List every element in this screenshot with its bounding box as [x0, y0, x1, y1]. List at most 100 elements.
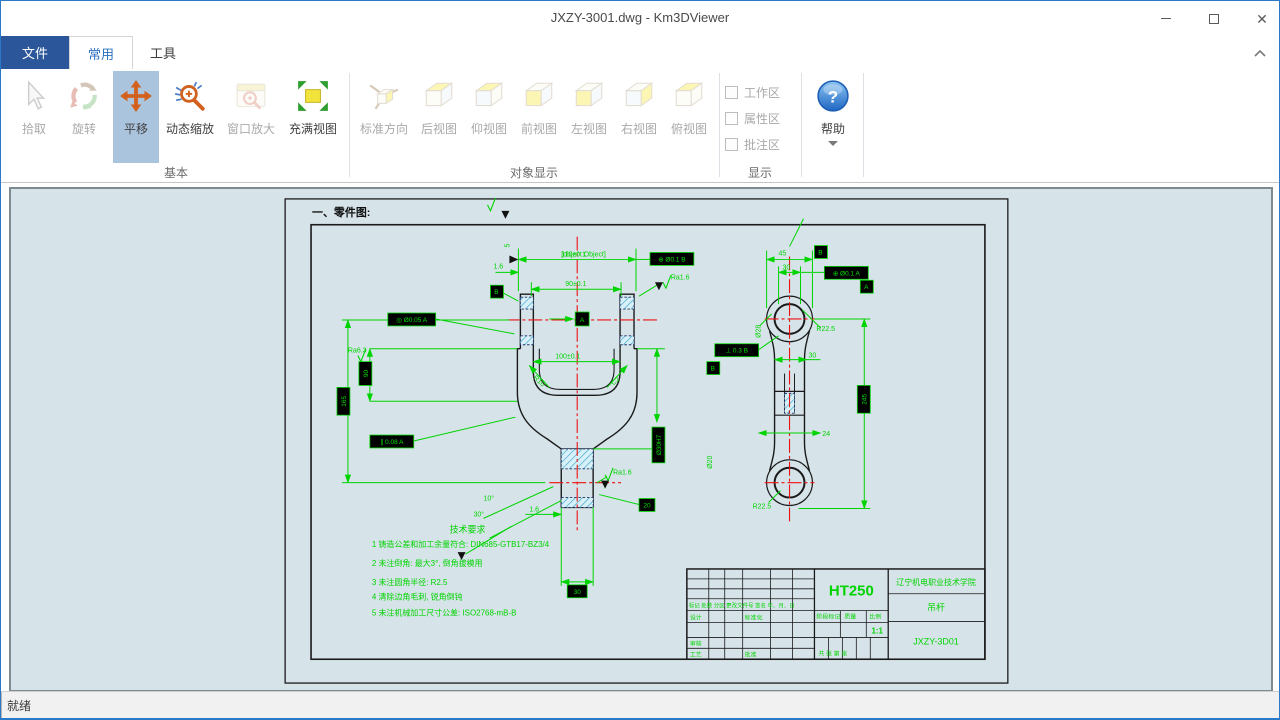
- annotations-checkbox-label: 批注区: [744, 136, 780, 153]
- app-window: JXZY-3001.dwg - Km3DViewer ✕ 文件 常用 工具 拾取: [0, 0, 1280, 720]
- svg-text:20: 20: [643, 502, 651, 509]
- close-button[interactable]: ✕: [1253, 10, 1271, 28]
- svg-text:45: 45: [779, 250, 787, 257]
- fit-view-button[interactable]: 充满视图: [283, 71, 343, 163]
- svg-text:30: 30: [783, 264, 791, 271]
- svg-text:R10: R10: [532, 375, 546, 389]
- annotations-checkbox[interactable]: [725, 138, 738, 151]
- svg-text:Ø20: Ø20: [707, 456, 714, 469]
- window-controls: ✕: [1157, 1, 1271, 36]
- minimize-button[interactable]: [1157, 10, 1175, 28]
- svg-text:30: 30: [808, 353, 816, 360]
- dynamic-zoom-button[interactable]: 动态缩放: [161, 71, 219, 163]
- svg-text:设计: 设计: [690, 614, 702, 622]
- back-view-button[interactable]: 后视图: [415, 71, 463, 163]
- window-zoom-icon: [234, 79, 268, 113]
- svg-text:审核: 审核: [690, 639, 702, 647]
- svg-text:B: B: [818, 249, 822, 256]
- minimize-icon: [1161, 18, 1171, 19]
- group-separator: [801, 73, 802, 177]
- part-name-label: 吊杆: [927, 602, 945, 613]
- svg-text:24: 24: [822, 431, 830, 438]
- group-label-object-display: 对象显示: [479, 164, 589, 181]
- svg-text:⊥ 0.3 B: ⊥ 0.3 B: [725, 348, 748, 355]
- svg-text:A: A: [864, 284, 869, 291]
- svg-text:90±0.1: 90±0.1: [565, 281, 586, 288]
- annotations-checkbox-row[interactable]: 批注区: [725, 131, 780, 157]
- top-view-button[interactable]: 俯视图: [665, 71, 713, 163]
- svg-text:技术要求: 技术要求: [450, 523, 486, 534]
- svg-text:Ø30H7: Ø30H7: [656, 434, 663, 455]
- properties-checkbox-row[interactable]: 属性区: [725, 105, 780, 131]
- svg-text:30: 30: [574, 589, 582, 596]
- view-cube-left-icon: [572, 79, 606, 113]
- svg-text:1.6: 1.6: [529, 506, 539, 513]
- svg-text:标准化: 标准化: [745, 614, 763, 622]
- svg-text:Ra1.6: Ra1.6: [613, 470, 632, 477]
- material-label: HT250: [829, 584, 874, 600]
- help-icon: ?: [816, 79, 850, 113]
- maximize-button[interactable]: [1205, 10, 1223, 28]
- title-bar: JXZY-3001.dwg - Km3DViewer ✕: [1, 1, 1279, 36]
- right-view-button[interactable]: 右视图: [615, 71, 663, 163]
- svg-text:阶段标记: 阶段标记: [816, 613, 840, 621]
- tech-requirements: 技术要求 1 铸造公差和加工余量符合: DIN685-GTB17-BZ3/4 2…: [372, 523, 550, 617]
- dimension-notes: [object Object] 110±0.1 90±0.1 1.6 45 30…: [348, 244, 835, 519]
- organization-label: 辽宁机电职业技术学院: [896, 577, 976, 587]
- window-title: JXZY-3001.dwg - Km3DViewer: [1, 10, 1279, 25]
- section-label: 一、零件图:: [312, 205, 370, 219]
- svg-text:质量: 质量: [844, 613, 856, 621]
- close-icon: ✕: [1256, 12, 1268, 26]
- display-group: 工作区 属性区 批注区: [725, 79, 780, 157]
- ribbon-tab-row: 文件 常用 工具: [1, 36, 1279, 69]
- workspace-checkbox[interactable]: [725, 86, 738, 99]
- svg-text:2 未注倒角: 最大3°, 倒角拔模用: 2 未注倒角: 最大3°, 倒角拔模用: [372, 558, 483, 568]
- svg-text:R22.5: R22.5: [753, 503, 772, 510]
- group-label-basic: 基本: [121, 164, 231, 181]
- rotate-icon: [67, 79, 101, 113]
- window-zoom-button[interactable]: 窗口放大: [222, 71, 280, 163]
- help-button[interactable]: ? 帮助: [807, 71, 859, 163]
- group-separator: [863, 73, 864, 177]
- svg-text:Ra6.3: Ra6.3: [348, 348, 367, 355]
- standard-direction-button[interactable]: 标准方向: [355, 71, 413, 163]
- view-cube-top-icon: [672, 79, 706, 113]
- svg-text:◎ Ø0.05 A: ◎ Ø0.05 A: [396, 317, 428, 324]
- svg-text:10°: 10°: [483, 495, 494, 503]
- svg-text:批准: 批准: [745, 650, 757, 658]
- front-view-button[interactable]: 前视图: [515, 71, 563, 163]
- tab-tools[interactable]: 工具: [133, 36, 193, 69]
- cad-drawing: 一、零件图:: [11, 189, 1271, 690]
- svg-text:3 未注圆角半径: R2.5: 3 未注圆角半径: R2.5: [372, 577, 448, 587]
- svg-text:90: 90: [363, 370, 370, 378]
- svg-text:Ra1.6: Ra1.6: [671, 274, 690, 281]
- bottom-view-button[interactable]: 仰视图: [465, 71, 513, 163]
- group-separator: [349, 73, 350, 177]
- scale-value: 1:1: [871, 626, 883, 635]
- svg-text:工艺: 工艺: [690, 650, 702, 658]
- ribbon-collapse-button[interactable]: [1253, 49, 1267, 59]
- drawing-canvas[interactable]: 一、零件图:: [9, 187, 1273, 692]
- left-view-button[interactable]: 左视图: [565, 71, 613, 163]
- svg-text:⊕ Ø0.1 A: ⊕ Ø0.1 A: [833, 270, 861, 277]
- pan-button[interactable]: 平移: [113, 71, 159, 163]
- workspace-checkbox-row[interactable]: 工作区: [725, 79, 780, 105]
- pick-button[interactable]: 拾取: [11, 71, 57, 163]
- status-bar: 就绪: [1, 691, 1279, 718]
- svg-text:A: A: [580, 317, 585, 324]
- tab-home[interactable]: 常用: [69, 36, 133, 69]
- tab-file[interactable]: 文件: [1, 36, 69, 69]
- axis-cube-icon: [367, 79, 401, 113]
- view-cube-back-icon: [422, 79, 456, 113]
- svg-text:共 张 第 张: 共 张 第 张: [818, 649, 847, 657]
- svg-text:Ø28: Ø28: [756, 325, 763, 338]
- svg-text:100±0.1: 100±0.1: [555, 354, 580, 361]
- help-dropdown-arrow-icon[interactable]: [828, 141, 838, 146]
- rotate-button[interactable]: 旋转: [61, 71, 107, 163]
- status-bar-divider: [1, 692, 2, 718]
- properties-checkbox[interactable]: [725, 112, 738, 125]
- maximize-icon: [1209, 14, 1219, 24]
- svg-text:⊕ Ø0.1 B: ⊕ Ø0.1 B: [658, 256, 685, 263]
- group-label-display: 显示: [705, 164, 815, 181]
- properties-checkbox-label: 属性区: [744, 110, 780, 127]
